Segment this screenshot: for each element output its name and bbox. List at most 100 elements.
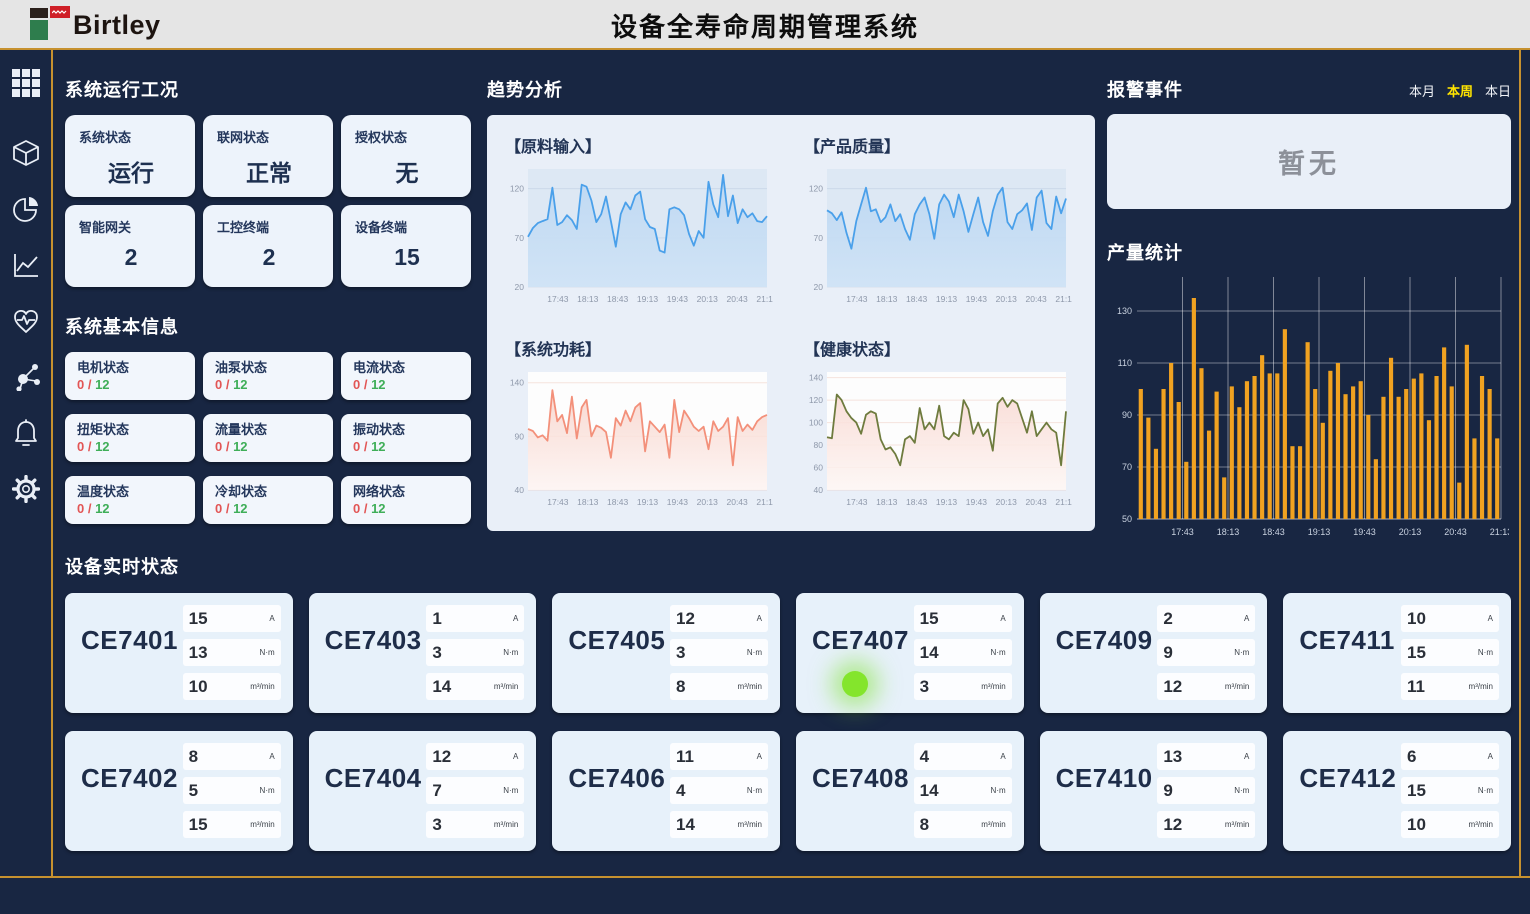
health-monitor-icon[interactable] <box>11 306 41 336</box>
status-card-value: 2 <box>217 244 321 271</box>
alarm-tab-本月[interactable]: 本月 <box>1409 81 1435 100</box>
device-unit: m³/min <box>494 682 518 691</box>
device-values: 13A9N·m12m³/min <box>1157 743 1255 839</box>
device-value: 14 <box>920 643 939 663</box>
device-unit: N·m <box>1478 786 1493 795</box>
device-card[interactable]: CE74084A14N·m8m³/min <box>796 731 1024 851</box>
svg-text:100: 100 <box>809 418 823 428</box>
device-unit: N·m <box>503 648 518 657</box>
svg-text:90: 90 <box>515 431 525 441</box>
device-card[interactable]: CE740115A 13N·m 10 m³/min <box>65 593 293 713</box>
device-values: 15A 13N·m 10 m³/min <box>183 605 281 701</box>
gear-icon[interactable] <box>11 474 41 504</box>
info-card-ratio: 0 / 12 <box>215 377 321 392</box>
svg-text:21:13: 21:13 <box>756 294 773 304</box>
device-value: 4 <box>676 781 685 801</box>
device-unit: m³/min <box>738 682 762 691</box>
device-card[interactable]: CE741013A9N·m12m³/min <box>1040 731 1268 851</box>
device-name: CE7409 <box>1056 625 1158 701</box>
info-card-ratio: 0 / 12 <box>353 377 459 392</box>
svg-text:140: 140 <box>809 373 823 383</box>
device-value-row: 13N·m <box>183 639 281 666</box>
info-ratio-total: 12 <box>95 377 109 392</box>
alarm-tab-本日[interactable]: 本日 <box>1485 81 1511 100</box>
device-unit: m³/min <box>250 820 274 829</box>
device-value: 12 <box>1163 815 1182 835</box>
device-unit: N·m <box>747 648 762 657</box>
device-unit: N·m <box>1234 648 1249 657</box>
svg-text:70: 70 <box>515 233 525 243</box>
device-card[interactable]: CE740611A4N·m14m³/min <box>552 731 780 851</box>
status-card-value: 2 <box>79 244 183 271</box>
svg-text:17:43: 17:43 <box>1171 527 1194 537</box>
svg-text:18:13: 18:13 <box>876 294 898 304</box>
device-value-row: 4A <box>914 743 1012 770</box>
trend-chart-raw_input: 【原料输入】207012017:4318:1318:4319:1319:4320… <box>501 127 782 322</box>
device-value-row: 10m³/min <box>1401 811 1499 838</box>
line-chart-icon[interactable] <box>11 250 41 280</box>
device-value-row: 15m³/min <box>183 811 281 838</box>
device-values: 8A5N·m15m³/min <box>183 743 281 839</box>
info-ratio-current: 0 / <box>353 439 371 454</box>
device-card[interactable]: CE74028A5N·m15m³/min <box>65 731 293 851</box>
panel-system: 系统运行工况 系统状态运行联网状态正常授权状态无智能网关2工控终端2设备终端15… <box>65 76 471 524</box>
svg-text:120: 120 <box>809 395 823 405</box>
apps-grid-icon[interactable] <box>11 68 41 98</box>
system-info-title: 系统基本信息 <box>65 313 471 339</box>
device-card[interactable]: CE740512A3N·m8m³/min <box>552 593 780 713</box>
info-card: 电流状态0 / 12 <box>341 352 471 400</box>
device-unit: N·m <box>1478 648 1493 657</box>
device-value-row: 11A <box>670 743 768 770</box>
device-card[interactable]: CE740715A14N·m3m³/min <box>796 593 1024 713</box>
svg-text:20: 20 <box>814 282 824 292</box>
device-value-row: 15A <box>183 605 281 632</box>
svg-text:140: 140 <box>510 378 524 388</box>
device-value: 14 <box>432 677 451 697</box>
svg-text:50: 50 <box>1122 514 1132 524</box>
alarm-tab-本周[interactable]: 本周 <box>1447 81 1473 100</box>
info-card-label: 温度状态 <box>77 481 183 500</box>
info-card-label: 油泵状态 <box>215 357 321 376</box>
network-nodes-icon[interactable] <box>11 362 41 392</box>
content-area: 系统运行工况 系统状态运行联网状态正常授权状态无智能网关2工控终端2设备终端15… <box>55 50 1521 876</box>
device-card[interactable]: CE741110A15N·m11m³/min <box>1283 593 1511 713</box>
pie-chart-icon[interactable] <box>11 194 41 224</box>
svg-text:19:13: 19:13 <box>936 294 958 304</box>
device-unit: m³/min <box>1225 820 1249 829</box>
device-value-row: 12m³/min <box>1157 673 1255 700</box>
device-value-row: 1A <box>426 605 524 632</box>
device-card[interactable]: CE74031A3N·m14m³/min <box>309 593 537 713</box>
info-ratio-total: 12 <box>371 439 385 454</box>
device-card[interactable]: CE74092A9N·m12m³/min <box>1040 593 1268 713</box>
svg-text:21:13: 21:13 <box>756 497 773 507</box>
svg-text:19:43: 19:43 <box>966 497 988 507</box>
status-card-label: 工控终端 <box>217 217 321 236</box>
device-value: 10 <box>189 677 208 697</box>
device-unit: A <box>757 752 762 761</box>
device-unit: m³/min <box>250 682 274 691</box>
svg-text:18:43: 18:43 <box>906 497 928 507</box>
info-ratio-total: 12 <box>95 501 109 516</box>
status-card-value: 正常 <box>217 154 321 188</box>
device-card[interactable]: CE740412A7N·m3m³/min <box>309 731 537 851</box>
device-unit: N·m <box>260 786 275 795</box>
device-value-row: 4N·m <box>670 777 768 804</box>
panel-alarm-production: 报警事件 本月本周本日 暂无 产量统计 17:4318:1318:4319:13… <box>1107 76 1511 552</box>
device-values: 2A9N·m12m³/min <box>1157 605 1255 701</box>
device-card[interactable]: CE74126A15N·m10m³/min <box>1283 731 1511 851</box>
svg-text:17:43: 17:43 <box>846 294 868 304</box>
devices-grid: CE740115A13N·m10m³/minCE74031A3N·m14m³/m… <box>65 593 1511 851</box>
device-value-row: 9N·m <box>1157 777 1255 804</box>
svg-text:19:43: 19:43 <box>1353 527 1376 537</box>
svg-text:20:13: 20:13 <box>1399 527 1422 537</box>
svg-text:20:43: 20:43 <box>726 294 748 304</box>
cube-icon[interactable] <box>11 138 41 168</box>
bell-icon[interactable] <box>11 418 41 448</box>
device-value: 12 <box>1163 677 1182 697</box>
device-value-row: 14N·m <box>914 639 1012 666</box>
device-unit: m³/min <box>981 820 1005 829</box>
info-card-ratio: 0 / 12 <box>77 377 183 392</box>
info-ratio-current: 0 / <box>77 377 95 392</box>
device-name: CE7401 <box>81 625 183 701</box>
device-unit: A <box>513 752 518 761</box>
